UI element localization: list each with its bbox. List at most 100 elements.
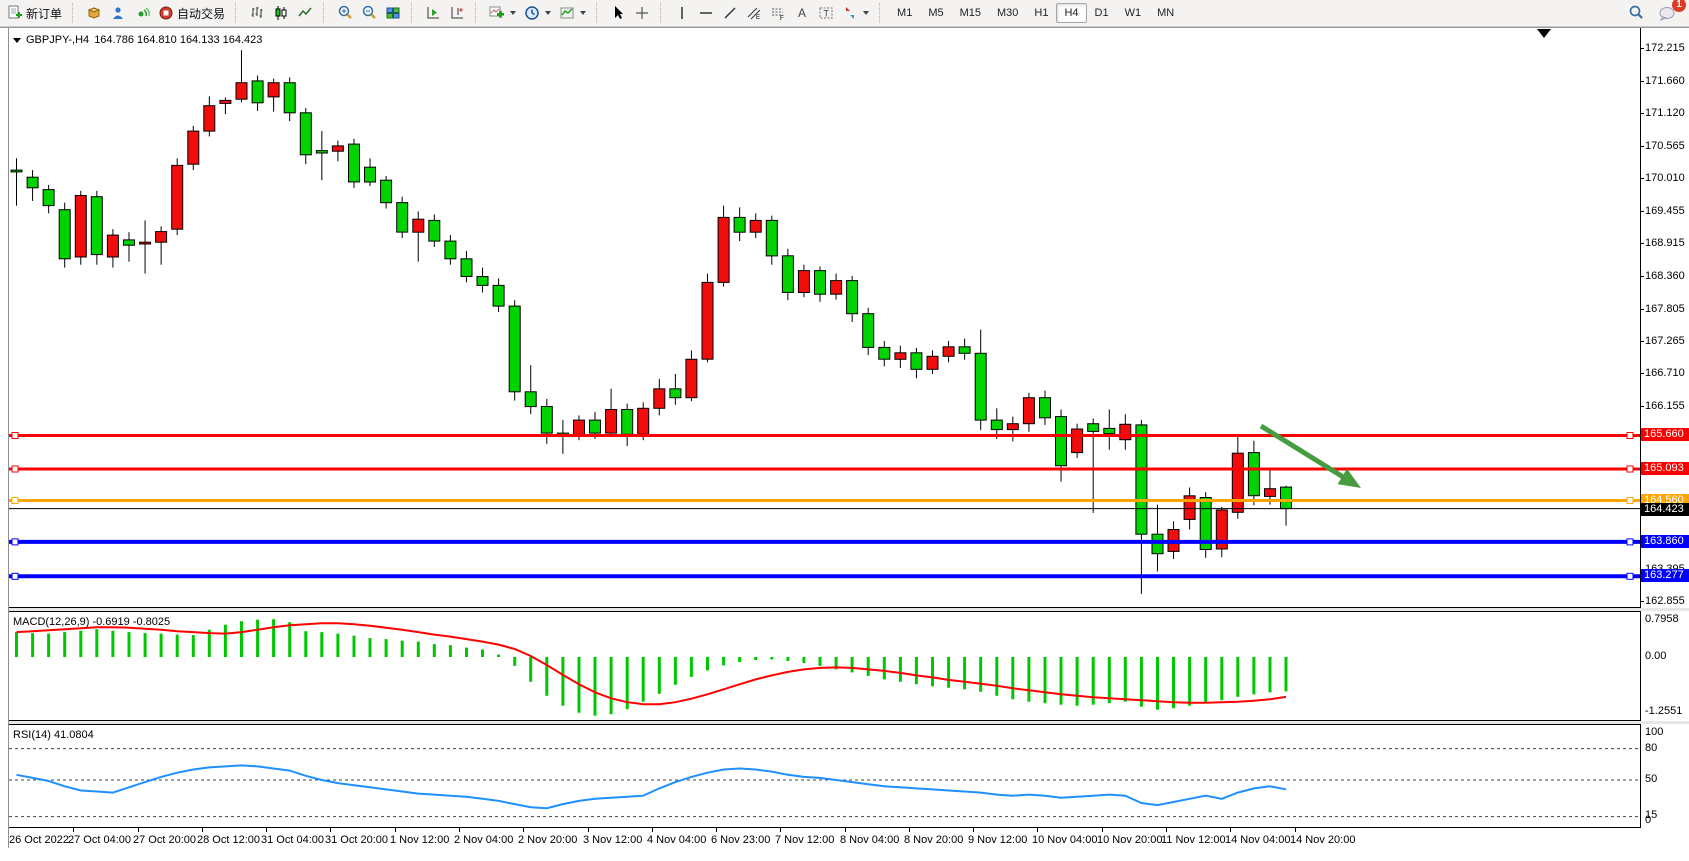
price-tick-mark — [1641, 48, 1644, 49]
notifications-button[interactable]: 1 — [1654, 2, 1680, 24]
search-button[interactable] — [1624, 2, 1648, 24]
price-tick-mark — [1641, 178, 1644, 179]
current-price-badge: 164.423 — [1641, 503, 1689, 516]
candlestick-plot[interactable] — [9, 28, 1640, 608]
cursor-button[interactable] — [606, 2, 630, 24]
autotrading-button[interactable]: 自动交易 — [154, 2, 229, 24]
time-tick-mark — [330, 828, 331, 832]
svg-text:F: F — [780, 16, 784, 21]
equidistant-channel-button[interactable]: E — [742, 2, 766, 24]
timeframe-button-h1[interactable]: H1 — [1026, 3, 1056, 23]
macd-pane-canvas[interactable]: MACD(12,26,9) -0.6919 -0.8025 — [9, 611, 1640, 721]
candlestick-chart-icon — [273, 5, 289, 21]
chart-ohlc-values: 164.786 164.810 164.133 164.423 — [94, 34, 262, 46]
toolbar-separator — [323, 3, 329, 23]
toolbar-separator — [411, 3, 417, 23]
text-label-icon: T — [818, 5, 834, 21]
timeframe-button-m1[interactable]: M1 — [889, 3, 920, 23]
macd-tick-label: 0.7958 — [1645, 614, 1679, 625]
indicators-button[interactable] — [485, 2, 520, 24]
time-axis[interactable]: 26 Oct 202227 Oct 04:0027 Oct 20:0028 Oc… — [9, 828, 1689, 848]
price-tick-label: 168.360 — [1645, 271, 1685, 282]
chart-profile-button[interactable] — [82, 2, 106, 24]
tile-windows-button[interactable] — [381, 2, 405, 24]
rsi-scale[interactable]: 1008050150 — [1640, 724, 1689, 828]
timeframe-button-d1[interactable]: D1 — [1087, 3, 1117, 23]
line-chart-icon — [297, 5, 313, 21]
timeframe-button-m5[interactable]: M5 — [920, 3, 951, 23]
arrows-caret-icon — [863, 11, 869, 15]
time-tick-label: 8 Nov 04:00 — [840, 834, 899, 846]
text-label-button[interactable]: T — [814, 2, 838, 24]
timeframe-button-m15[interactable]: M15 — [952, 3, 989, 23]
vertical-line-button[interactable] — [670, 2, 694, 24]
macd-scale[interactable]: 0.7958 0.00 -1.2551 — [1640, 611, 1689, 721]
time-tick-mark — [138, 828, 139, 832]
price-tick-label: 166.155 — [1645, 401, 1685, 412]
time-tick-mark — [1166, 828, 1167, 832]
timeframe-button-h4[interactable]: H4 — [1056, 3, 1086, 23]
time-tick-mark — [73, 828, 74, 832]
auto-scroll-button[interactable] — [421, 2, 445, 24]
price-line-badge: 163.860 — [1641, 535, 1689, 548]
price-tick-label: 169.455 — [1645, 206, 1685, 217]
crosshair-button[interactable] — [630, 2, 654, 24]
chart-shift-button[interactable] — [445, 2, 469, 24]
time-tick-mark — [1102, 828, 1103, 832]
timeframe-button-w1[interactable]: W1 — [1117, 3, 1150, 23]
signals-button[interactable] — [130, 2, 154, 24]
market-watch-button[interactable] — [106, 2, 130, 24]
time-tick-label: 26 Oct 2022 — [9, 834, 69, 846]
notification-count-badge: 1 — [1672, 0, 1686, 12]
main-chart-canvas[interactable]: GBPJPY-,H4 164.786 164.810 164.133 164.4… — [9, 28, 1640, 608]
periods-button[interactable] — [520, 2, 555, 24]
autotrading-label: 自动交易 — [177, 5, 225, 22]
horizontal-line-button[interactable] — [694, 2, 718, 24]
periods-icon — [524, 5, 540, 21]
zoom-in-button[interactable] — [333, 2, 357, 24]
time-tick-label: 14 Nov 04:00 — [1225, 834, 1290, 846]
macd-tick-label: 0.00 — [1645, 651, 1666, 662]
price-tick-label: 166.710 — [1645, 368, 1685, 379]
timeframe-button-m30[interactable]: M30 — [989, 3, 1026, 23]
market-watch-icon — [110, 5, 126, 21]
time-tick-mark — [523, 828, 524, 832]
time-tick-label: 11 Nov 12:00 — [1161, 834, 1226, 846]
price-tick-mark — [1641, 81, 1644, 82]
rsi-label: RSI(14) 41.0804 — [13, 729, 94, 741]
new-order-button[interactable]: 新订单 — [3, 2, 66, 24]
candlestick-chart-button[interactable] — [269, 2, 293, 24]
svg-text:E: E — [756, 15, 760, 21]
chart-shift-marker-icon[interactable] — [1537, 29, 1551, 38]
templates-button[interactable] — [555, 2, 590, 24]
toolbar-separator — [660, 3, 666, 23]
arrows-button[interactable] — [838, 2, 873, 24]
price-tick-mark — [1641, 113, 1644, 114]
new-order-icon — [7, 5, 23, 21]
main-toolbar: 新订单 自动交易 — [0, 0, 1689, 27]
time-tick-mark — [716, 828, 717, 832]
price-tick-mark — [1641, 341, 1644, 342]
zoom-out-button[interactable] — [357, 2, 381, 24]
rsi-tick-label: 50 — [1645, 774, 1657, 785]
price-tick-label: 167.805 — [1645, 304, 1685, 315]
toolbar-separator — [235, 3, 241, 23]
toolbar-separator — [596, 3, 602, 23]
toolbar-separator — [475, 3, 481, 23]
price-tick-mark — [1641, 146, 1644, 147]
trendline-button[interactable] — [718, 2, 742, 24]
indicators-icon — [489, 5, 505, 21]
chart-profile-icon — [86, 5, 102, 21]
rsi-pane-canvas[interactable]: RSI(14) 41.0804 — [9, 724, 1640, 828]
tile-windows-icon — [385, 5, 401, 21]
search-icon — [1628, 5, 1644, 21]
line-chart-button[interactable] — [293, 2, 317, 24]
fibonacci-button[interactable]: F — [766, 2, 790, 24]
timeframe-button-mn[interactable]: MN — [1149, 3, 1182, 23]
text-button[interactable]: A — [790, 2, 814, 24]
price-tick-mark — [1641, 243, 1644, 244]
time-tick-label: 1 Nov 12:00 — [390, 834, 449, 846]
time-tick-mark — [588, 828, 589, 832]
bar-chart-button[interactable] — [245, 2, 269, 24]
price-scale[interactable]: 172.215171.660171.120170.565170.010169.4… — [1640, 28, 1689, 608]
